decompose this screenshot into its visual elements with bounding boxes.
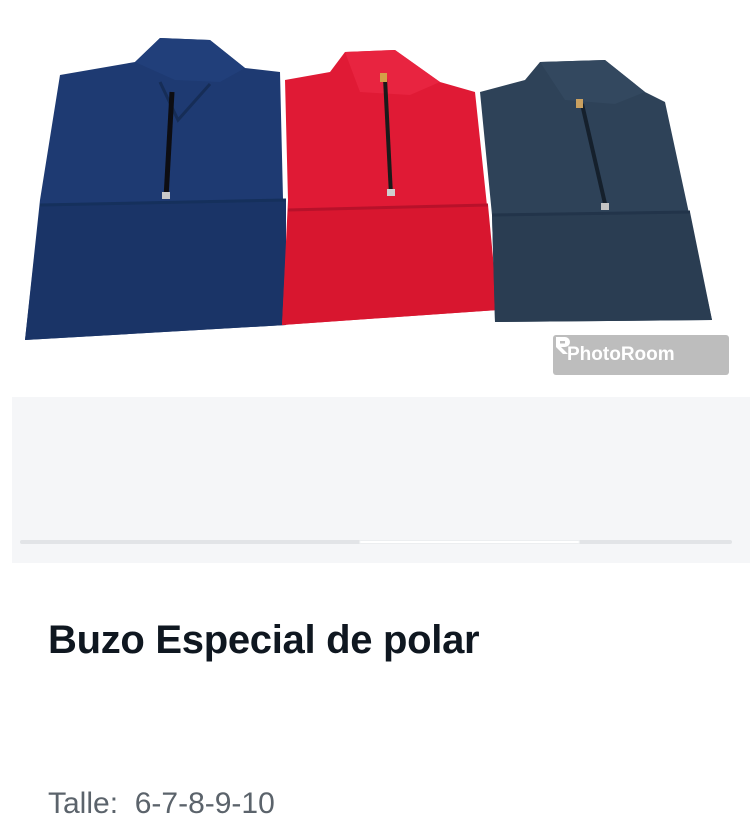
size-info: Talle: 6-7-8-9-10 (48, 787, 275, 821)
image-gallery-strip[interactable] (12, 397, 750, 563)
photoroom-logo-icon (556, 337, 570, 354)
size-values: 6-7-8-9-10 (134, 787, 275, 820)
product-title: Buzo Especial de polar (48, 618, 480, 662)
gallery-scrollbar[interactable] (20, 540, 732, 544)
product-image[interactable]: PhotoRoom (0, 0, 750, 390)
navy-sweater (25, 38, 287, 340)
size-label: Talle: (48, 787, 119, 820)
gallery-scroll-thumb[interactable] (358, 540, 580, 544)
photoroom-watermark: PhotoRoom (553, 335, 729, 375)
watermark-text: PhotoRoom (567, 344, 675, 365)
charcoal-sweater (480, 60, 712, 322)
red-sweater (282, 50, 498, 325)
sweaters-photo (25, 38, 712, 340)
